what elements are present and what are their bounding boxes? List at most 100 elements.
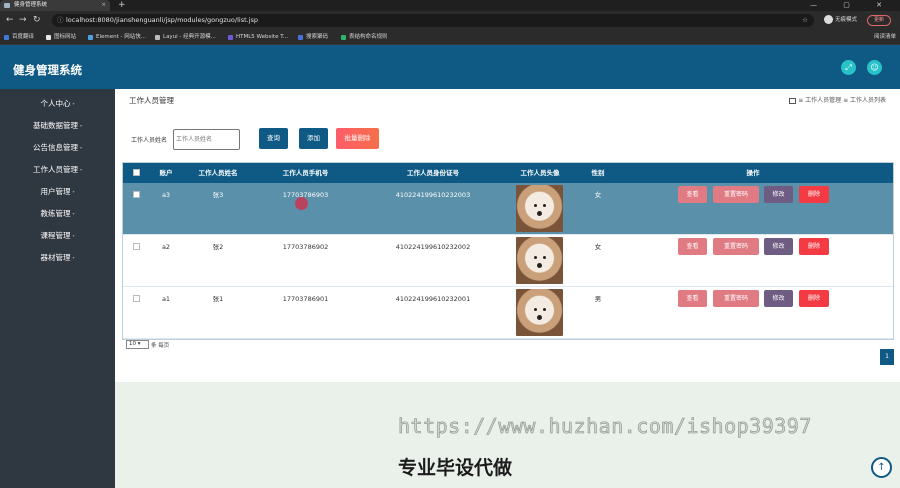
cell-id-card: 410224199610232002 [395, 243, 471, 251]
avatar [516, 185, 563, 232]
bookmark-item[interactable]: 百度翻译 [4, 30, 34, 45]
new-tab-button[interactable]: + [118, 0, 126, 11]
back-icon[interactable]: ← [6, 14, 14, 26]
app-header: 健身管理系统 ⤢ ☺ [0, 45, 900, 89]
delete-button[interactable]: 删除 [799, 238, 829, 255]
cell-name: 张2 [212, 243, 224, 251]
sidebar-item-coaches[interactable]: 教练管理 ▾ [0, 207, 115, 221]
sidebar-item-equipment[interactable]: 器材管理 ▾ [0, 251, 115, 265]
search-label: 工作人员姓名 [131, 137, 168, 144]
page-size-select[interactable]: 10 ▾ [126, 340, 149, 349]
column-header-phone: 工作人员手机号 [282, 169, 329, 177]
page-title: 工作人员管理 [129, 96, 174, 105]
cell-gender: 女 [594, 243, 602, 251]
table-header: 账户 工作人员姓名 工作人员手机号 工作人员身份证号 工作人员头像 性别 操作 [123, 163, 893, 183]
url-text: localhost:8080/jianshenguanli/jsp/module… [66, 16, 259, 24]
cell-gender: 女 [594, 191, 602, 199]
tab-favicon-icon [4, 3, 10, 8]
avatar [516, 237, 563, 284]
main-content: 工作人员管理 ≡ 工作人员管理 ≡ 工作人员列表 工作人员姓名 查询 添加 批量… [115, 89, 900, 488]
breadcrumb: ≡ 工作人员管理 ≡ 工作人员列表 [789, 95, 886, 104]
sidebar-item-personal-center[interactable]: 个人中心 ▾ [0, 97, 115, 111]
page-button-current[interactable]: 1 [880, 349, 894, 365]
row-checkbox[interactable] [133, 295, 140, 302]
chevron-down-icon: ▾ [72, 211, 75, 216]
sidebar-item-courses[interactable]: 课程管理 ▾ [0, 229, 115, 243]
app-title: 健身管理系统 [13, 63, 82, 77]
table-row[interactable]: a1 张1 17703786901 410224199610232001 男 查… [123, 287, 893, 339]
fullscreen-icon[interactable]: ⤢ [841, 60, 856, 75]
promo-text: 专业毕设代做 [398, 457, 513, 479]
profile-label: 无痕模式 [835, 17, 858, 23]
column-header-actions: 操作 [746, 169, 760, 177]
reload-icon[interactable]: ↻ [33, 14, 41, 26]
reset-password-button[interactable]: 重置密码 [713, 186, 759, 203]
bookmark-item[interactable]: HTML5 Website T... [228, 30, 288, 45]
tab-close-icon[interactable]: × [101, 0, 106, 11]
profile-button[interactable]: 无痕模式 [824, 15, 857, 26]
column-header-name: 工作人员姓名 [198, 169, 238, 177]
cell-account: a1 [161, 295, 171, 303]
view-button[interactable]: 查看 [678, 186, 707, 203]
edit-button[interactable]: 修改 [764, 238, 793, 255]
bookmark-item[interactable]: Element - 网站快... [88, 30, 146, 45]
breadcrumb-text[interactable]: 工作人员管理 ≡ 工作人员列表 [805, 97, 886, 104]
column-header-account: 账户 [159, 169, 173, 177]
cell-name: 张1 [212, 295, 224, 303]
avatar [516, 289, 563, 336]
staff-name-search-input[interactable] [173, 129, 240, 150]
bookmark-item[interactable]: Layui - 经典开源模... [155, 30, 216, 45]
row-checkbox[interactable] [133, 243, 140, 250]
sidebar-item-notices[interactable]: 公告信息管理 ▾ [0, 141, 115, 155]
update-button[interactable]: 更新 [867, 15, 891, 26]
page-size-label: 条 每页 [151, 343, 170, 349]
chevron-down-icon: ▾ [72, 101, 75, 106]
column-header-avatar: 工作人员头像 [520, 169, 560, 177]
view-button[interactable]: 查看 [678, 290, 707, 307]
chevron-down-icon: ▾ [79, 167, 82, 172]
table-row[interactable]: a3 张3 17703786903 410224199610232003 女 查… [123, 183, 893, 235]
address-bar-row: ← → ↻ ⓘ localhost:8080/jianshenguanli/js… [0, 11, 900, 30]
overlay-banner: https://www.huzhan.com/ishop39397 专业毕设代做… [115, 382, 900, 488]
batch-delete-button[interactable]: 批量删除 [336, 128, 379, 149]
bookmark-item[interactable]: 搜索聚码 [298, 30, 328, 45]
chevron-down-icon: ▾ [72, 189, 75, 194]
sidebar-item-staff[interactable]: 工作人员管理 ▾ [0, 163, 115, 177]
home-icon[interactable] [789, 97, 797, 104]
delete-button[interactable]: 删除 [799, 186, 829, 203]
user-icon[interactable]: ☺ [867, 60, 882, 75]
profile-avatar-icon [824, 15, 833, 24]
search-button[interactable]: 查询 [259, 128, 288, 149]
view-button[interactable]: 查看 [678, 238, 707, 255]
forward-icon[interactable]: → [19, 14, 27, 26]
bookmark-item[interactable]: 图标网站 [46, 30, 76, 45]
add-button[interactable]: 添加 [299, 128, 328, 149]
reset-password-button[interactable]: 重置密码 [713, 238, 759, 255]
edit-button[interactable]: 修改 [764, 290, 793, 307]
bookmarks-bar: 百度翻译 图标网站 Element - 网站快... Layui - 经典开源模… [0, 30, 900, 45]
sidebar-item-users[interactable]: 用户管理 ▾ [0, 185, 115, 199]
window-controls[interactable]: — ▢ ✕ [810, 0, 894, 11]
reset-password-button[interactable]: 重置密码 [713, 290, 759, 307]
watermark-text: https://www.huzhan.com/ishop39397 [398, 414, 812, 439]
row-checkbox[interactable] [133, 191, 140, 198]
delete-button[interactable]: 删除 [799, 290, 829, 307]
sidebar-item-base-data[interactable]: 基础数据管理 ▾ [0, 119, 115, 133]
select-all-checkbox[interactable] [133, 169, 140, 176]
staff-table: 账户 工作人员姓名 工作人员手机号 工作人员身份证号 工作人员头像 性别 操作 … [122, 162, 894, 340]
reading-list[interactable]: 阅读清单 [874, 30, 896, 45]
browser-tab-bar: 健身管理系统 × + — ▢ ✕ [0, 0, 900, 11]
cell-account: a2 [161, 243, 171, 251]
cell-phone: 17703786902 [282, 243, 329, 251]
info-icon[interactable]: ⓘ [57, 14, 64, 27]
bookmark-star-icon[interactable]: ☆ [802, 14, 808, 27]
browser-tab[interactable]: 健身管理系统 × [0, 0, 110, 11]
bookmark-item[interactable]: 表结构命名规则 [341, 30, 388, 45]
mouse-cursor-indicator [295, 197, 308, 210]
url-input[interactable]: ⓘ localhost:8080/jianshenguanli/jsp/modu… [52, 14, 814, 27]
edit-button[interactable]: 修改 [764, 186, 793, 203]
cell-phone: 17703786901 [282, 295, 329, 303]
back-to-top-icon[interactable]: ↑ [871, 457, 892, 478]
table-row[interactable]: a2 张2 17703786902 410224199610232002 女 查… [123, 235, 893, 287]
chevron-down-icon: ▾ [72, 255, 75, 260]
